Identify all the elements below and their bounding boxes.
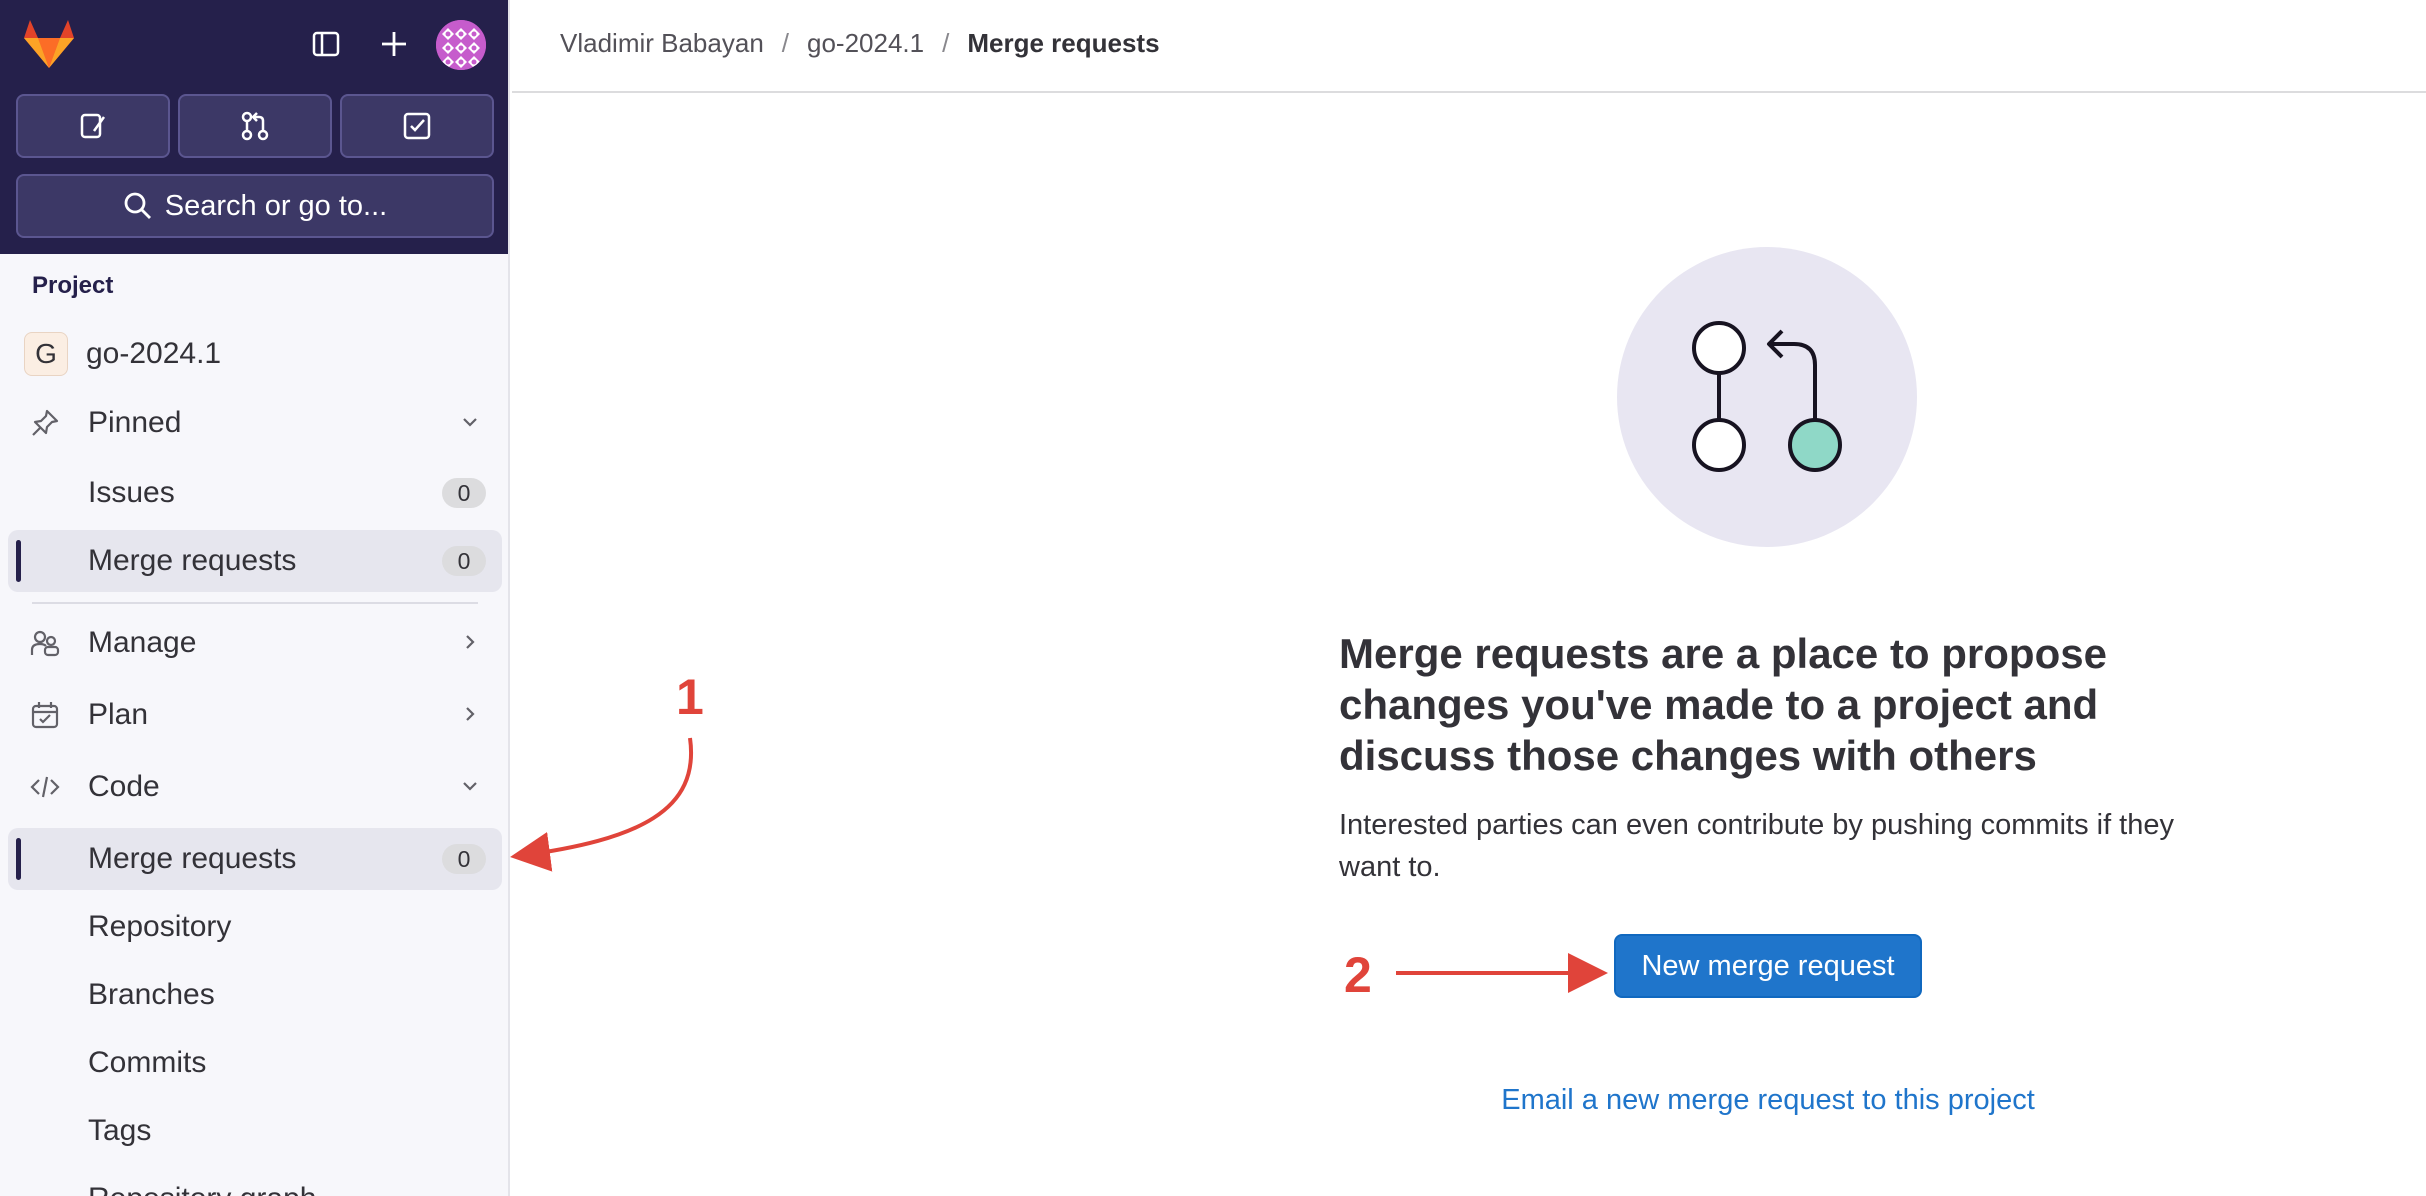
annotation-arrow-1 (510, 737, 694, 872)
annotation-number-2: 2 (1344, 947, 1372, 1003)
annotation-number-1: 1 (676, 669, 704, 725)
annotation-arrows (510, 737, 1608, 993)
